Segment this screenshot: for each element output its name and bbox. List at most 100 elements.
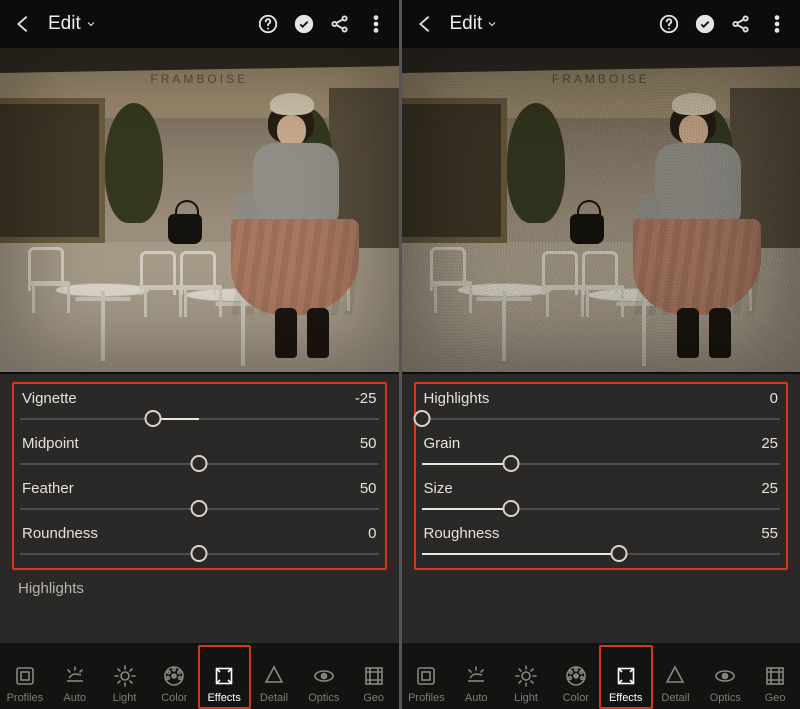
slider-thumb[interactable]: [191, 455, 208, 472]
slider-value: -25: [355, 390, 377, 407]
share-icon[interactable]: [730, 13, 752, 35]
accept-icon[interactable]: [293, 13, 315, 35]
sliders-panel: Vignette-25Midpoint50 Feather 50 Roundness 0…: [0, 374, 399, 643]
highlight-box: Vignette-25Midpoint50 Feather 50 Roundness 0: [12, 382, 387, 570]
nav-geo[interactable]: Geo: [349, 663, 399, 709]
optics-icon: [712, 663, 738, 689]
nav-color[interactable]: Color: [149, 663, 199, 709]
slider-roundness[interactable]: Roundness 0: [16, 523, 383, 566]
bottom-nav: Profiles Auto Light Color Effects Detail Optic…: [0, 643, 399, 709]
nav-detail[interactable]: Detail: [651, 663, 701, 709]
nav-label: Auto: [465, 692, 488, 704]
nav-label: Profiles: [408, 692, 445, 704]
help-icon[interactable]: [257, 13, 279, 35]
next-slider-label: Highlights: [12, 574, 387, 597]
slider-feather[interactable]: Feather 50: [16, 478, 383, 521]
header-title: Edit: [450, 13, 483, 35]
nav-profiles[interactable]: Profiles: [0, 663, 50, 709]
slider-label: Feather: [22, 480, 74, 497]
back-button[interactable]: [414, 13, 436, 35]
light-icon: [513, 663, 539, 689]
accept-icon[interactable]: [694, 13, 716, 35]
nav-label: Effects: [609, 692, 642, 704]
phone-right: Edit FRAMBOISE Highlights 0 Grain25 Size 25 R…: [402, 0, 800, 709]
slider-size[interactable]: Size 25: [418, 478, 785, 521]
nav-label: Profiles: [7, 692, 44, 704]
nav-auto[interactable]: Auto: [451, 663, 501, 709]
slider-midpoint[interactable]: Midpoint50: [16, 433, 383, 476]
slider-value: 0: [368, 525, 376, 542]
photo-sign: FRAMBOISE: [552, 72, 650, 86]
nav-label: Detail: [661, 692, 689, 704]
slider-thumb[interactable]: [503, 455, 520, 472]
color-icon: [563, 663, 589, 689]
slider-thumb[interactable]: [191, 545, 208, 562]
slider-vignette[interactable]: Vignette-25: [16, 388, 383, 431]
slider-thumb[interactable]: [503, 500, 520, 517]
nav-detail[interactable]: Detail: [249, 663, 299, 709]
nav-label: Optics: [710, 692, 741, 704]
slider-highlights[interactable]: Highlights 0: [418, 388, 785, 431]
effects-icon: [211, 663, 237, 689]
slider-label: Size: [424, 480, 453, 497]
more-icon[interactable]: [766, 13, 788, 35]
nav-label: Color: [161, 692, 187, 704]
profiles-icon: [12, 663, 38, 689]
highlight-box: Highlights 0 Grain25 Size 25 Roughness 55: [414, 382, 789, 570]
slider-grain[interactable]: Grain25: [418, 433, 785, 476]
slider-label: Roughness: [424, 525, 500, 542]
header-title: Edit: [48, 13, 81, 35]
nav-auto[interactable]: Auto: [50, 663, 100, 709]
nav-light[interactable]: Light: [501, 663, 551, 709]
slider-thumb[interactable]: [610, 545, 627, 562]
slider-value: 25: [761, 435, 778, 452]
nav-optics[interactable]: Optics: [299, 663, 349, 709]
slider-thumb[interactable]: [191, 500, 208, 517]
slider-thumb[interactable]: [413, 410, 430, 427]
nav-light[interactable]: Light: [100, 663, 150, 709]
light-icon: [112, 663, 138, 689]
nav-label: Detail: [260, 692, 288, 704]
slider-value: 0: [770, 390, 778, 407]
share-icon[interactable]: [329, 13, 351, 35]
nav-geo[interactable]: Geo: [750, 663, 800, 709]
slider-value: 50: [360, 480, 377, 497]
nav-effects[interactable]: Effects: [199, 663, 249, 709]
effects-icon: [613, 663, 639, 689]
slider-label: Roundness: [22, 525, 98, 542]
detail-icon: [261, 663, 287, 689]
sliders-panel: Highlights 0 Grain25 Size 25 Roughness 55: [402, 374, 800, 643]
photo-preview[interactable]: FRAMBOISE: [0, 48, 399, 372]
optics-icon: [311, 663, 337, 689]
slider-label: Highlights: [424, 390, 490, 407]
more-icon[interactable]: [365, 13, 387, 35]
slider-roughness[interactable]: Roughness 55: [418, 523, 785, 566]
back-button[interactable]: [12, 13, 34, 35]
slider-value: 25: [761, 480, 778, 497]
nav-label: Geo: [765, 692, 786, 704]
slider-value: 55: [761, 525, 778, 542]
phone-left: Edit FRAMBOISE Vignette-25Midpoint50Feat…: [0, 0, 399, 709]
nav-label: Light: [113, 692, 137, 704]
bottom-nav: Profiles Auto Light Color Effects Detail Optic…: [402, 643, 800, 709]
geo-icon: [762, 663, 788, 689]
nav-label: Color: [563, 692, 589, 704]
nav-label: Geo: [363, 692, 384, 704]
profiles-icon: [413, 663, 439, 689]
help-icon[interactable]: [658, 13, 680, 35]
color-icon: [161, 663, 187, 689]
nav-color[interactable]: Color: [551, 663, 601, 709]
slider-value: 50: [360, 435, 377, 452]
photo-sign: FRAMBOISE: [150, 72, 248, 86]
edit-dropdown[interactable]: Edit: [48, 13, 97, 35]
photo-preview[interactable]: FRAMBOISE: [402, 48, 800, 372]
nav-label: Auto: [63, 692, 86, 704]
nav-optics[interactable]: Optics: [700, 663, 750, 709]
nav-effects[interactable]: Effects: [601, 663, 651, 709]
nav-profiles[interactable]: Profiles: [402, 663, 452, 709]
geo-icon: [361, 663, 387, 689]
nav-label: Light: [514, 692, 538, 704]
edit-dropdown[interactable]: Edit: [450, 13, 499, 35]
slider-thumb[interactable]: [144, 410, 161, 427]
nav-label: Optics: [308, 692, 339, 704]
